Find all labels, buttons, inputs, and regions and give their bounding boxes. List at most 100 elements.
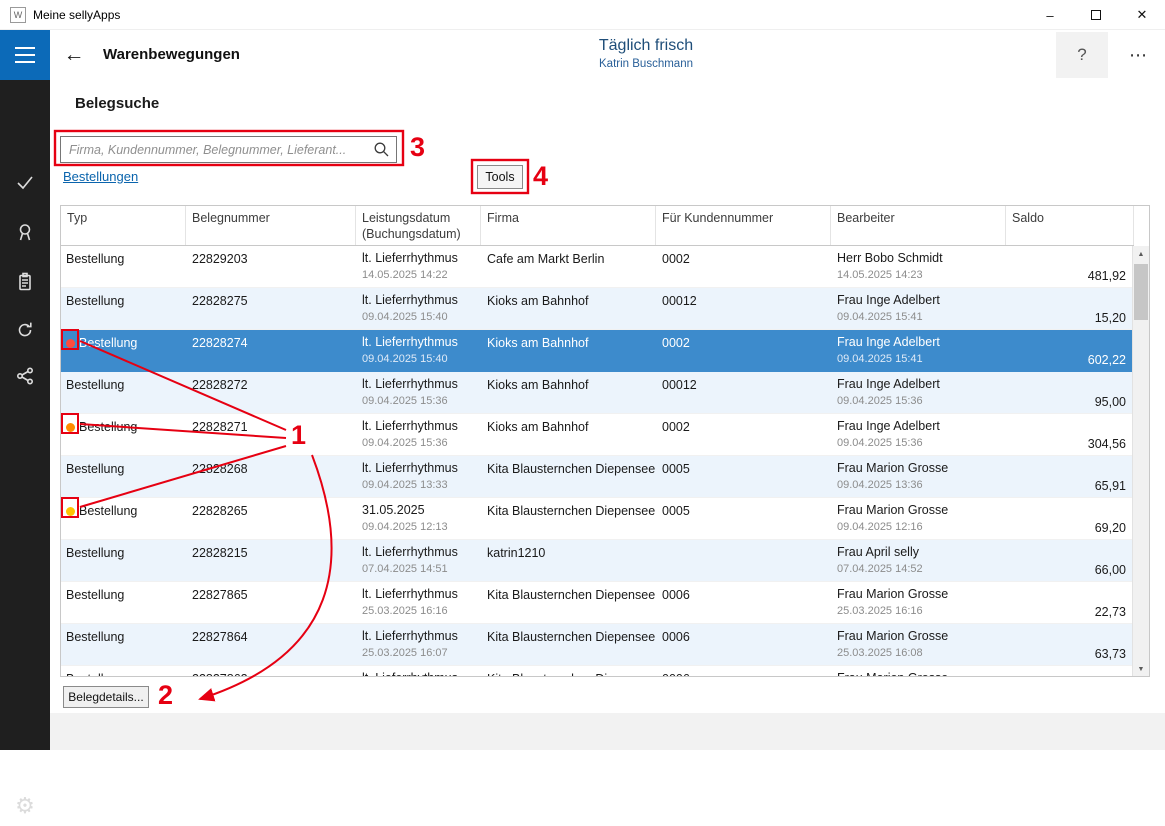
typ-label: Bestellung xyxy=(79,336,137,350)
refresh-icon xyxy=(15,320,35,340)
annotation-label-3: 3 xyxy=(410,132,425,163)
table-row[interactable]: Bestellung 22828272 lt. Lieferrhythmus 0… xyxy=(61,372,1134,414)
leistungsdatum-value: lt. Lieferrhythmus xyxy=(362,545,481,559)
table-row[interactable]: Bestellung 22827862 lt. Lieferrhythmus K… xyxy=(61,666,1134,677)
status-dot-icon xyxy=(66,507,75,516)
help-icon: ? xyxy=(1077,45,1086,65)
sidebar-item-settings[interactable]: ⚙ xyxy=(0,786,50,826)
table-row[interactable]: Bestellung 22827865 lt. Lieferrhythmus 2… xyxy=(61,582,1134,624)
cell-belegnummer: 22827862 xyxy=(186,666,356,677)
sidebar-item-tasks[interactable] xyxy=(0,162,50,202)
table-row[interactable]: Bestellung 22828275 lt. Lieferrhythmus 0… xyxy=(61,288,1134,330)
cell-firma: Kita Blausternchen Diepensee xyxy=(481,582,656,623)
hamburger-icon xyxy=(15,47,35,49)
cell-bearbeiter: Frau Marion Grosse xyxy=(831,666,1006,677)
buchungsdatum-value: 25.03.2025 16:16 xyxy=(362,605,481,617)
bearbeiter-name: Frau Inge Adelbert xyxy=(837,377,1006,391)
sidebar-item-documents[interactable] xyxy=(0,262,50,302)
cell-typ: Bestellung xyxy=(61,456,186,497)
back-button[interactable]: ← xyxy=(58,38,90,72)
cell-bearbeiter: Frau Inge Adelbert 09.04.2025 15:36 xyxy=(831,414,1006,455)
cell-kundennummer: 00012 xyxy=(656,372,831,413)
table-row[interactable]: Bestellung 22828265 31.05.2025 09.04.202… xyxy=(61,498,1134,540)
app-icon-glyph: W xyxy=(14,10,23,20)
more-button[interactable]: ⋯ xyxy=(1120,40,1156,70)
cell-bearbeiter: Frau Marion Grosse 09.04.2025 13:36 xyxy=(831,456,1006,497)
column-header-firma[interactable]: Firma xyxy=(481,206,656,245)
cell-typ: Bestellung xyxy=(61,330,186,371)
belegdetails-button[interactable]: Belegdetails... xyxy=(63,686,149,708)
checkmark-icon xyxy=(15,172,35,192)
cell-leistungsdatum: lt. Lieferrhythmus 09.04.2025 15:36 xyxy=(356,414,481,455)
hamburger-menu-button[interactable] xyxy=(0,30,50,80)
vertical-scrollbar[interactable]: ▲ ▼ xyxy=(1132,246,1149,677)
scroll-down-icon: ▼ xyxy=(1138,666,1145,673)
leistungsdatum-value: lt. Lieferrhythmus xyxy=(362,419,481,433)
help-button[interactable]: ? xyxy=(1056,32,1108,78)
cell-typ: Bestellung xyxy=(61,582,186,623)
cell-leistungsdatum: lt. Lieferrhythmus 09.04.2025 15:36 xyxy=(356,372,481,413)
cell-leistungsdatum: lt. Lieferrhythmus 09.04.2025 13:33 xyxy=(356,456,481,497)
typ-label: Bestellung xyxy=(66,630,124,644)
cell-firma: Kioks am Bahnhof xyxy=(481,372,656,413)
section-heading: Belegsuche xyxy=(75,95,159,112)
gear-icon: ⚙ xyxy=(15,793,35,819)
table-row[interactable]: Bestellung 22827864 lt. Lieferrhythmus 2… xyxy=(61,624,1134,666)
cell-belegnummer: 22827865 xyxy=(186,582,356,623)
scroll-up-icon: ▲ xyxy=(1138,251,1145,258)
page-title: Warenbewegungen xyxy=(103,46,240,63)
cell-firma: Kita Blausternchen Diepensee xyxy=(481,498,656,539)
cell-kundennummer xyxy=(656,540,831,581)
hamburger-icon xyxy=(15,61,35,63)
table-body: Bestellung 22829203 lt. Lieferrhythmus 1… xyxy=(61,246,1134,677)
table-row[interactable]: Bestellung 22829203 lt. Lieferrhythmus 1… xyxy=(61,246,1134,288)
account-block[interactable]: Täglich frisch Katrin Buschmann xyxy=(496,37,796,70)
cell-firma: Kioks am Bahnhof xyxy=(481,330,656,371)
cell-kundennummer: 0006 xyxy=(656,582,831,623)
column-header-belegnummer[interactable]: Belegnummer xyxy=(186,206,356,245)
scroll-up-button[interactable]: ▲ xyxy=(1133,246,1149,263)
cell-typ: Bestellung xyxy=(61,288,186,329)
maximize-button[interactable] xyxy=(1073,0,1119,30)
cell-firma: Kita Blausternchen Diepensee xyxy=(481,666,656,677)
cell-leistungsdatum: lt. Lieferrhythmus 09.04.2025 15:40 xyxy=(356,330,481,371)
annotation-label-4: 4 xyxy=(533,161,548,192)
close-button[interactable]: ✕ xyxy=(1119,0,1165,30)
cell-firma: katrin1210 xyxy=(481,540,656,581)
column-header-saldo[interactable]: Saldo xyxy=(1006,206,1134,245)
table-row[interactable]: Bestellung 22828215 lt. Lieferrhythmus 0… xyxy=(61,540,1134,582)
minimize-button[interactable]: – xyxy=(1027,0,1073,30)
leistungsdatum-value: lt. Lieferrhythmus xyxy=(362,587,481,601)
search-input[interactable] xyxy=(60,136,397,163)
scroll-down-button[interactable]: ▼ xyxy=(1133,661,1149,677)
leistungsdatum-value: lt. Lieferrhythmus xyxy=(362,335,481,349)
bearbeiter-name: Frau Inge Adelbert xyxy=(837,293,1006,307)
column-header-kundennummer[interactable]: Für Kundennummer xyxy=(656,206,831,245)
tools-button[interactable]: Tools xyxy=(477,165,523,189)
bearbeiter-date: 09.04.2025 15:41 xyxy=(837,353,1006,365)
cell-kundennummer: 0002 xyxy=(656,246,831,287)
column-header-typ[interactable]: Typ xyxy=(61,206,186,245)
column-header-bearbeiter[interactable]: Bearbeiter xyxy=(831,206,1006,245)
sidebar-item-awards[interactable] xyxy=(0,212,50,252)
table-row[interactable]: Bestellung 22828274 lt. Lieferrhythmus 0… xyxy=(61,330,1134,372)
hamburger-icon xyxy=(15,54,35,56)
status-dot-icon xyxy=(66,339,75,348)
sidebar-item-share[interactable] xyxy=(0,356,50,396)
bearbeiter-date: 25.03.2025 16:08 xyxy=(837,647,1006,659)
bearbeiter-date: 09.04.2025 12:16 xyxy=(837,521,1006,533)
cell-saldo xyxy=(1006,666,1134,677)
cell-belegnummer: 22828274 xyxy=(186,330,356,371)
sidebar-item-sync[interactable] xyxy=(0,310,50,350)
cell-leistungsdatum: lt. Lieferrhythmus 07.04.2025 14:51 xyxy=(356,540,481,581)
bearbeiter-name: Frau Marion Grosse xyxy=(837,461,1006,475)
table-row[interactable]: Bestellung 22828268 lt. Lieferrhythmus 0… xyxy=(61,456,1134,498)
column-header-leistungsdatum[interactable]: Leistungsdatum (Buchungsdatum) xyxy=(356,206,481,245)
results-table: Typ Belegnummer Leistungsdatum (Buchungs… xyxy=(60,205,1150,677)
cell-saldo: 95,00 xyxy=(1006,372,1134,413)
cell-typ: Bestellung xyxy=(61,246,186,287)
scrollbar-thumb[interactable] xyxy=(1134,264,1148,320)
tab-bestellungen[interactable]: Bestellungen xyxy=(63,169,138,184)
cell-leistungsdatum: lt. Lieferrhythmus 09.04.2025 15:40 xyxy=(356,288,481,329)
table-row[interactable]: Bestellung 22828271 lt. Lieferrhythmus 0… xyxy=(61,414,1134,456)
